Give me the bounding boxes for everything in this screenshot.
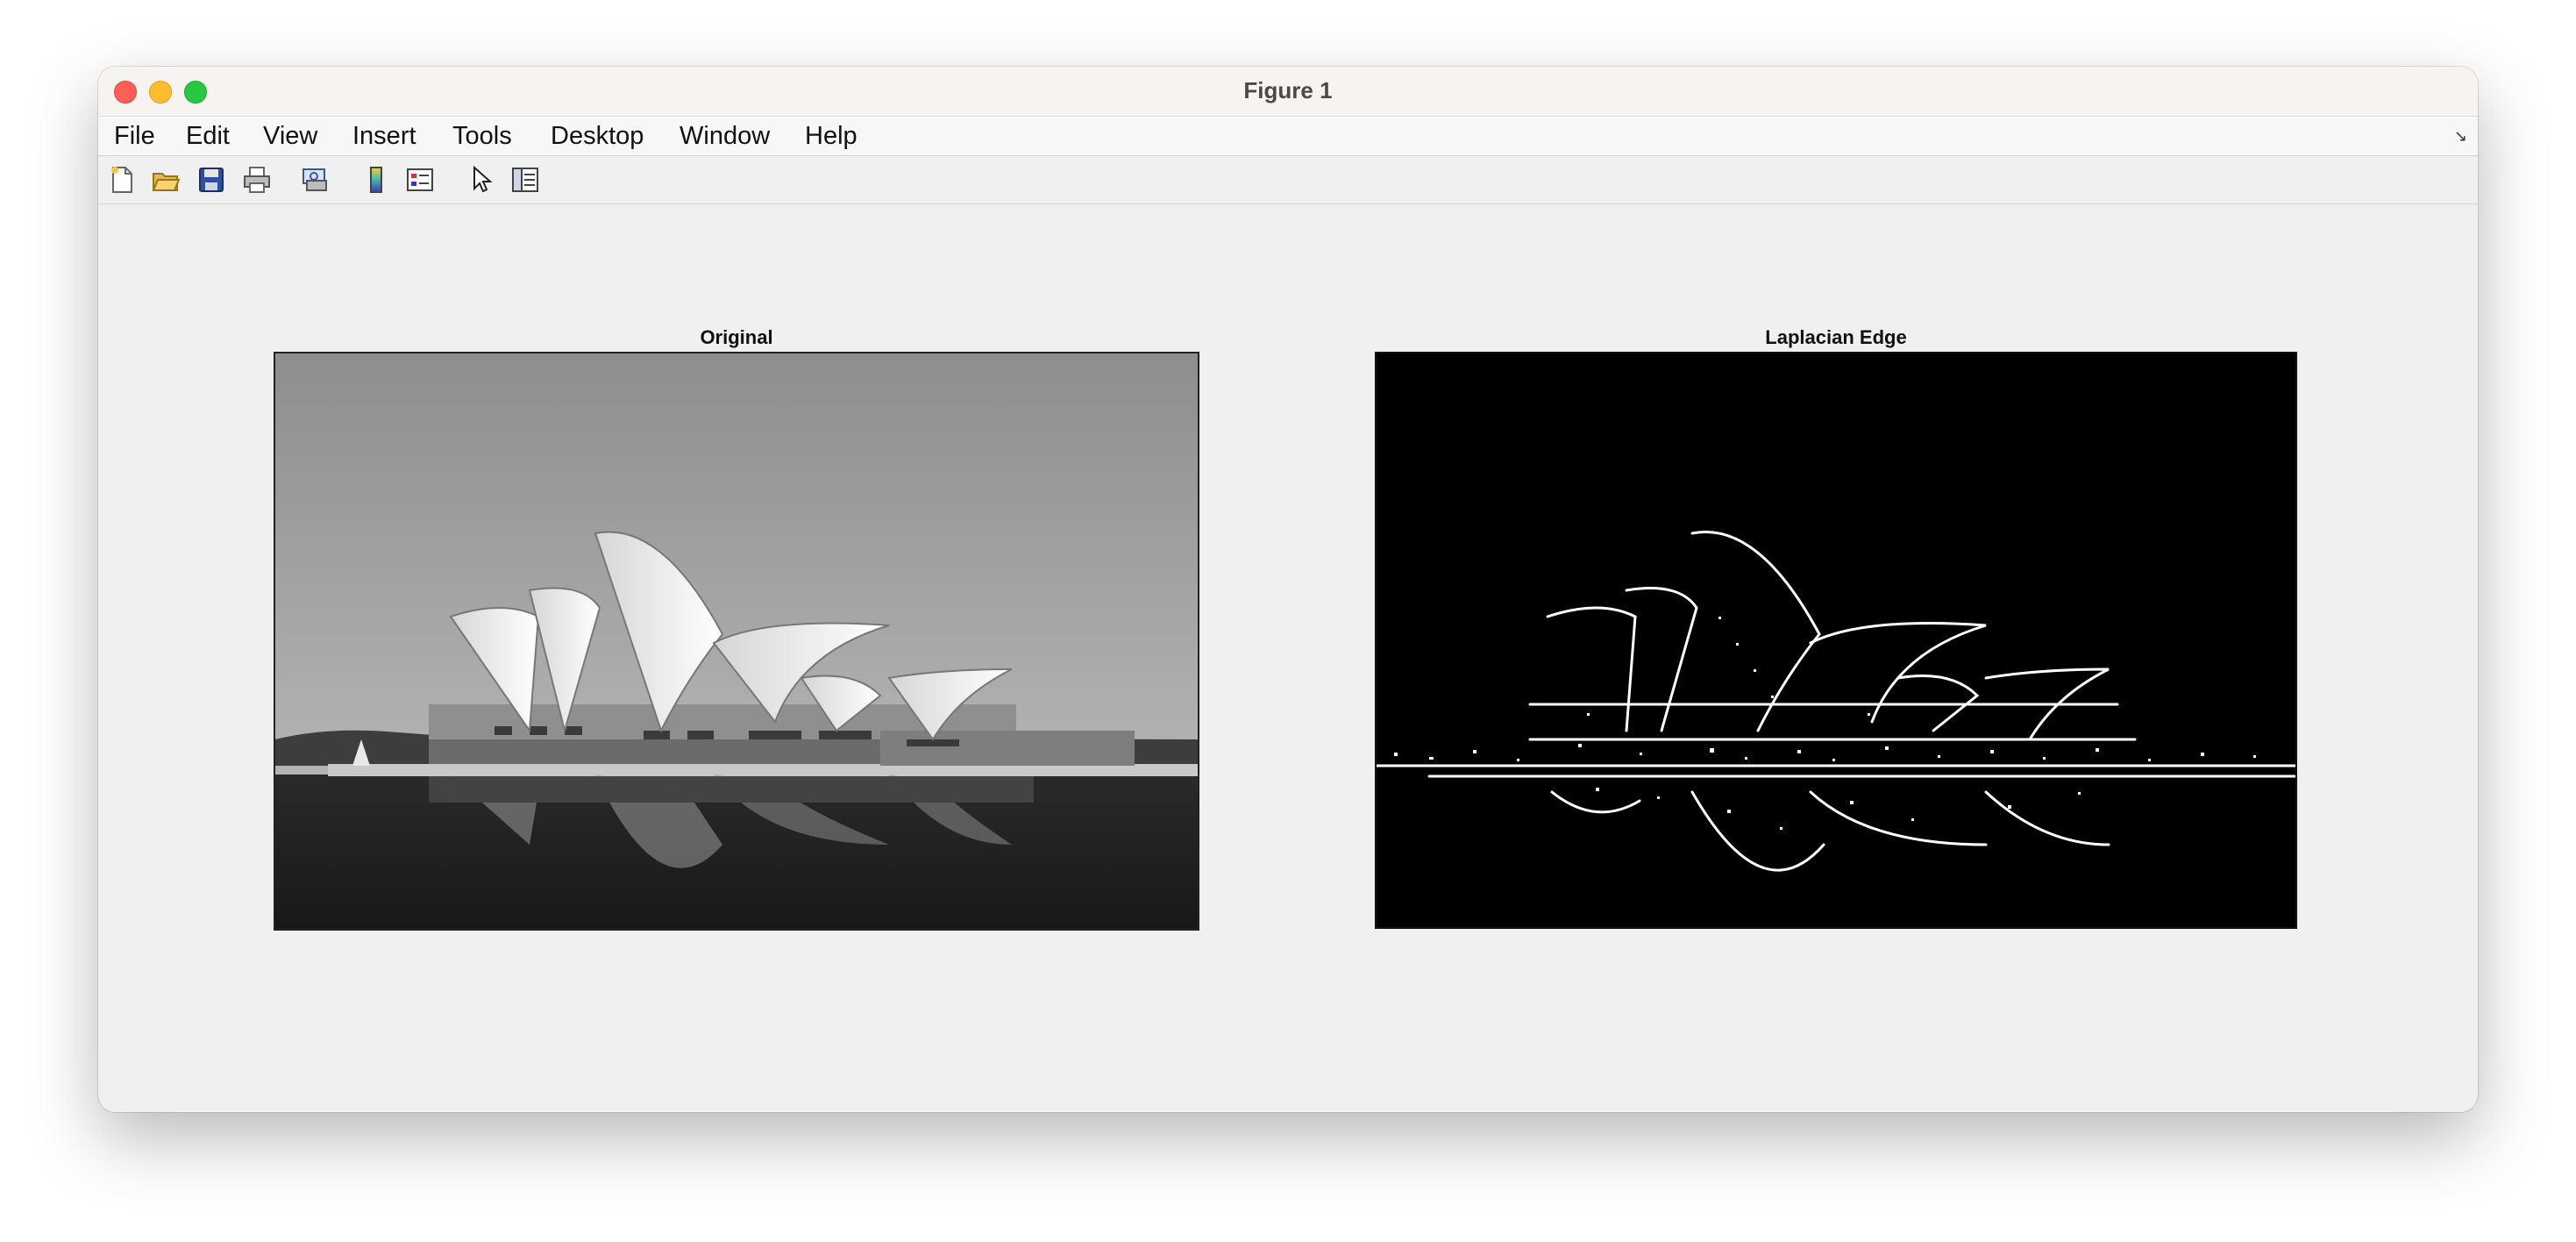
print-preview-icon[interactable] bbox=[300, 165, 330, 195]
dock-arrow-icon[interactable]: ↘ bbox=[2454, 127, 2467, 146]
legend-icon[interactable] bbox=[405, 165, 435, 195]
laplacian-axes-title: Laplacian Edge bbox=[1765, 326, 1907, 348]
menu-desktop[interactable]: Desktop bbox=[551, 122, 644, 151]
figure-window: Figure 1 File Edit View Insert Tools Des… bbox=[98, 67, 2478, 1112]
open-file-icon[interactable] bbox=[151, 165, 181, 195]
menu-edit[interactable]: Edit bbox=[186, 122, 230, 151]
window-title: Figure 1 bbox=[1243, 77, 1333, 104]
menu-bar: File Edit View Insert Tools Desktop Wind… bbox=[98, 117, 2478, 156]
title-bar[interactable]: Figure 1 bbox=[98, 67, 2478, 117]
colorbar-icon[interactable] bbox=[361, 165, 391, 195]
edit-plot-pointer-icon[interactable] bbox=[466, 165, 496, 195]
figure-toolbar bbox=[98, 156, 2478, 204]
menu-window[interactable]: Window bbox=[680, 122, 770, 151]
menu-insert[interactable]: Insert bbox=[352, 122, 416, 151]
menu-file[interactable]: File bbox=[114, 122, 155, 151]
new-figure-icon[interactable] bbox=[107, 165, 137, 195]
print-icon[interactable] bbox=[242, 165, 272, 195]
original-image-axes[interactable] bbox=[274, 352, 1199, 931]
laplacian-edge-image bbox=[1377, 353, 2295, 927]
menu-help[interactable]: Help bbox=[805, 122, 857, 151]
original-image bbox=[275, 353, 1198, 929]
menu-view[interactable]: View bbox=[263, 122, 317, 151]
laplacian-edge-axes[interactable] bbox=[1375, 352, 2297, 929]
property-inspector-icon[interactable] bbox=[510, 165, 540, 195]
save-icon[interactable] bbox=[196, 165, 226, 195]
menu-tools[interactable]: Tools bbox=[452, 122, 512, 151]
original-axes-title: Original bbox=[700, 326, 773, 348]
